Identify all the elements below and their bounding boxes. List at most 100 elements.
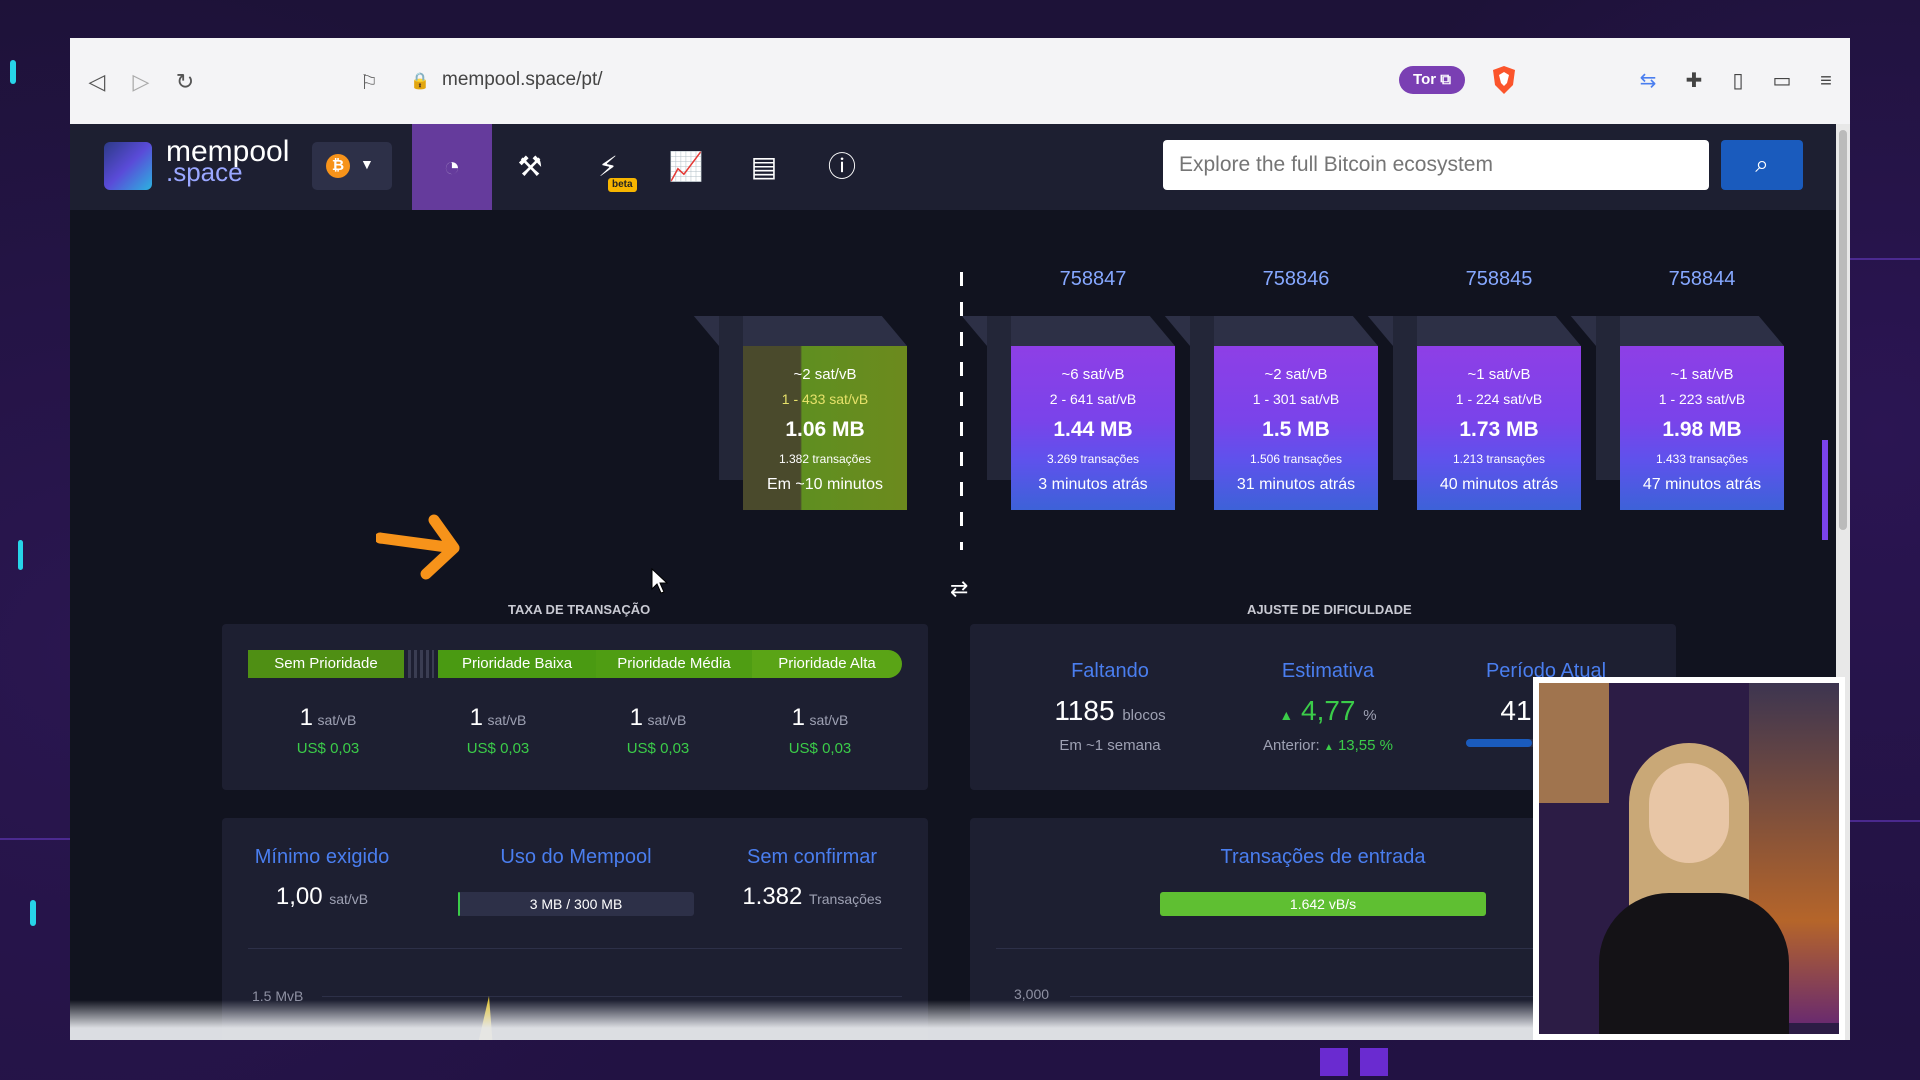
swap-arrows-icon[interactable]: ⇄ xyxy=(950,576,968,602)
difficulty-estimate-value: 4,77 xyxy=(1301,695,1356,726)
mined-block[interactable]: ~1 sat/vB 1 - 223 sat/vB 1.98 MB 1.433 t… xyxy=(1570,316,1784,510)
block-side-face xyxy=(1393,316,1417,480)
lock-icon[interactable]: 🔒 xyxy=(410,71,430,91)
bottom-blur-overlay xyxy=(70,1000,1580,1040)
block-fee-range: 1 - 223 sat/vB xyxy=(1658,391,1746,407)
block-fee-range: 1 - 433 sat/vB xyxy=(781,391,869,407)
block-median-fee: ~1 sat/vB xyxy=(1467,366,1531,383)
block-tx-count: 3.269 transações xyxy=(1046,452,1140,466)
block-size: 1.5 MB xyxy=(1262,418,1330,441)
pending-block[interactable]: ~2 sat/vB 1 - 433 sat/vB 1.06 MB 1.382 t… xyxy=(693,316,907,510)
reload-icon[interactable]: ↻ xyxy=(172,69,198,95)
block-tx-count: 1.213 transações xyxy=(1452,452,1546,466)
mempool-usage-label: Uso do Mempool xyxy=(500,846,652,868)
block-fee-range: 2 - 641 sat/vB xyxy=(1049,391,1137,407)
hammer-icon[interactable]: ⚒ xyxy=(490,124,570,210)
fee-usd: US$ 0,03 xyxy=(788,740,852,757)
fee-unit: sat/vB xyxy=(317,712,357,728)
block-height[interactable]: 758846 xyxy=(1214,268,1378,291)
fee-section-title: TAXA DE TRANSAÇÃO xyxy=(508,602,651,617)
decor-square xyxy=(1360,1048,1388,1076)
translate-icon[interactable]: ⇆ xyxy=(1636,69,1660,93)
block-age: 3 minutos atrás xyxy=(1038,476,1148,493)
graphs-icon[interactable]: 📈 xyxy=(646,124,726,210)
tor-button[interactable]: Tor ⧉ xyxy=(1399,66,1465,94)
mempool-usage-bar: 3 MB / 300 MB xyxy=(458,892,694,916)
decor-dot xyxy=(30,900,36,926)
orange-arrow-icon xyxy=(376,514,460,580)
block-height[interactable]: 758844 xyxy=(1620,268,1784,291)
block-age: 31 minutos atrás xyxy=(1236,476,1356,493)
menu-icon[interactable]: ≡ xyxy=(1814,69,1838,93)
forward-icon[interactable]: ▷ xyxy=(128,69,154,95)
mined-block[interactable]: ~2 sat/vB 1 - 301 sat/vB 1.5 MB 1.506 tr… xyxy=(1164,316,1378,510)
difficulty-previous-label: Anterior: xyxy=(1263,737,1320,754)
incoming-rate-bar: 1.642 vB/s xyxy=(1160,892,1486,916)
mempool-logo[interactable]: mempool .space xyxy=(166,137,289,186)
back-icon[interactable]: ◁ xyxy=(84,69,110,95)
block-age: 47 minutos atrás xyxy=(1642,476,1762,493)
mined-block[interactable]: ~6 sat/vB 2 - 641 sat/vB 1.44 MB 3.269 t… xyxy=(961,316,1175,510)
bitcoin-icon: ₿ xyxy=(326,154,350,178)
min-fee-stat: Mínimo exigido 1,00 sat/vB xyxy=(242,846,402,911)
block-side-face xyxy=(1596,316,1620,480)
extensions-icon[interactable]: ✚ xyxy=(1682,69,1706,93)
brave-shield-icon[interactable] xyxy=(1491,65,1517,95)
fee-value: 1 xyxy=(629,704,643,731)
about-icon[interactable]: ⓘ xyxy=(802,124,882,210)
tor-label: Tor xyxy=(1413,71,1437,88)
block-height[interactable]: 758847 xyxy=(1011,268,1175,291)
difficulty-estimate-unit: % xyxy=(1363,707,1377,724)
block-eta: Em ~10 minutos xyxy=(766,476,884,493)
fee-usd: US$ 0,03 xyxy=(296,740,360,757)
block-size: 1.44 MB xyxy=(1053,418,1133,441)
mempool-usage-stat: Uso do Mempool xyxy=(458,846,694,869)
lightning-icon[interactable]: ⚡ beta xyxy=(568,124,648,210)
min-fee-value: 1,00 xyxy=(275,883,323,910)
chart-gridline xyxy=(322,996,902,997)
network-selector[interactable]: ₿ ▼ xyxy=(312,142,392,190)
difficulty-period-fill xyxy=(1466,739,1532,747)
unconfirmed-unit: Transações xyxy=(809,891,882,907)
min-fee-unit: sat/vB xyxy=(329,891,369,907)
decor-square xyxy=(1320,1048,1348,1076)
fee-level-medium: Prioridade Média xyxy=(596,650,752,678)
video-poster xyxy=(1539,683,1609,803)
wallet-icon[interactable]: ▭ xyxy=(1770,69,1794,93)
difficulty-remaining: Faltando 1185 blocos Em ~1 semana xyxy=(1000,660,1220,754)
block-median-fee: ~1 sat/vB xyxy=(1670,366,1734,383)
block-median-fee: ~2 sat/vB xyxy=(1264,366,1328,383)
scrollbar-thumb[interactable] xyxy=(1839,130,1847,530)
fee-level-low: Prioridade Baixa xyxy=(438,650,596,678)
block-height[interactable]: 758845 xyxy=(1417,268,1581,291)
fee-estimate-high: 1 sat/vB US$ 0,03 xyxy=(750,704,890,757)
decor-line xyxy=(0,838,70,840)
block-side-face xyxy=(1190,316,1214,480)
fee-unit: sat/vB xyxy=(647,712,687,728)
decor-dot xyxy=(10,60,16,84)
browser-toolbar: ◁ ▷ ↻ ⚐ 🔒 mempool.space/pt/ Tor ⧉ ⇆ ✚ ▯ … xyxy=(70,38,1850,124)
dashboard-icon[interactable]: ◔ xyxy=(412,124,492,210)
sidebar-icon[interactable]: ▯ xyxy=(1726,69,1750,93)
block-side-face xyxy=(987,316,1011,480)
unconfirmed-label: Sem confirmar xyxy=(746,846,878,868)
search-icon: ⌕ xyxy=(1755,151,1769,178)
difficulty-remaining-value: 1185 xyxy=(1054,695,1115,726)
mined-block[interactable]: ~1 sat/vB 1 - 224 sat/vB 1.73 MB 1.213 t… xyxy=(1367,316,1581,510)
block-tx-count: 1.433 transações xyxy=(1655,452,1749,466)
triangle-up-icon: ▲ xyxy=(1279,707,1294,723)
fee-unit: sat/vB xyxy=(487,712,527,728)
unconfirmed-stat: Sem confirmar 1.382 Transações xyxy=(722,846,902,911)
mempool-logo-icon[interactable] xyxy=(104,142,152,190)
docs-icon[interactable]: ▤ xyxy=(724,124,804,210)
unconfirmed-value: 1.382 xyxy=(742,883,803,910)
search-input[interactable] xyxy=(1163,140,1709,190)
search-button[interactable]: ⌕ xyxy=(1721,140,1803,190)
fee-estimate-none: 1 sat/vB US$ 0,03 xyxy=(258,704,398,757)
bookmark-icon[interactable]: ⚐ xyxy=(360,70,378,95)
difficulty-estimate-label: Estimativa xyxy=(1281,660,1375,682)
fee-estimate-low: 1 sat/vB US$ 0,03 xyxy=(428,704,568,757)
difficulty-previous-value: 13,55 % xyxy=(1337,737,1393,754)
fee-value: 1 xyxy=(791,704,805,731)
url-text[interactable]: mempool.space/pt/ xyxy=(442,69,603,91)
